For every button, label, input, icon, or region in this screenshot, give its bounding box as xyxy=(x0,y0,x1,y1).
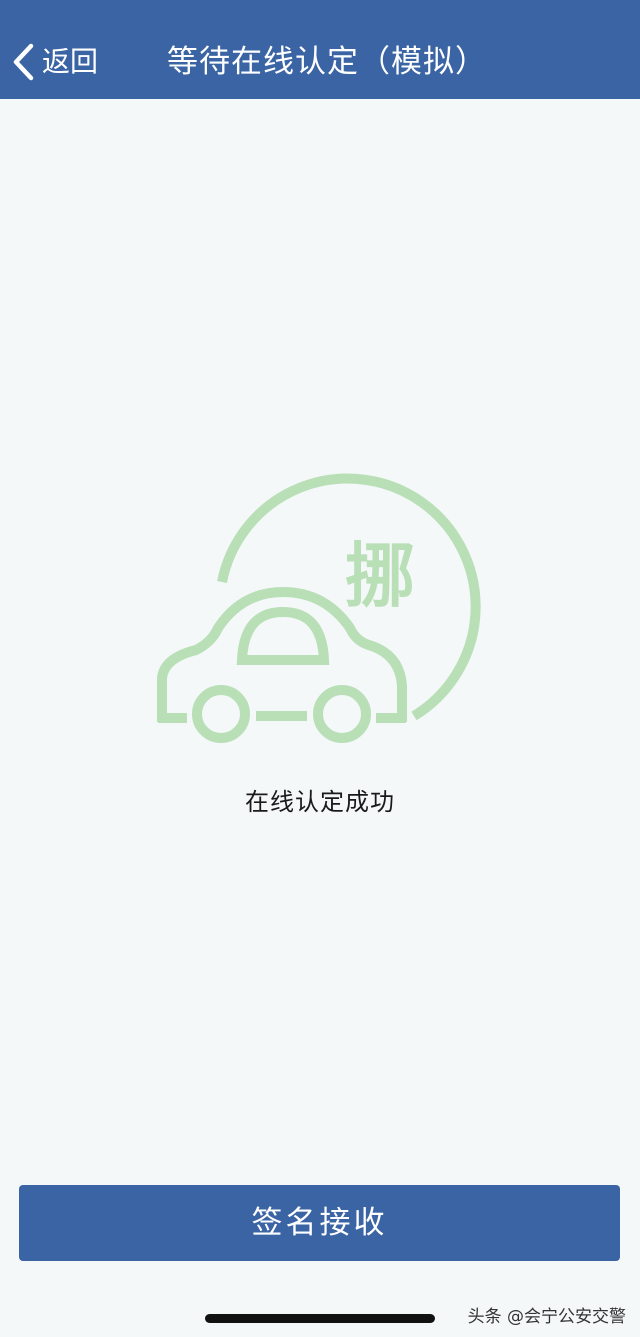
home-indicator[interactable] xyxy=(205,1314,435,1323)
sign-receive-button[interactable]: 签名接收 xyxy=(19,1185,620,1261)
status-message: 在线认定成功 xyxy=(245,788,395,816)
page-title: 等待在线认定（模拟） xyxy=(167,44,487,80)
watermark: 头条 @会宁公安交警 xyxy=(467,1307,626,1327)
car-move-icon: 挪 xyxy=(157,473,481,743)
badge-char: 挪 xyxy=(345,535,415,617)
nav-bar: 返回 等待在线认定（模拟） xyxy=(0,0,640,99)
